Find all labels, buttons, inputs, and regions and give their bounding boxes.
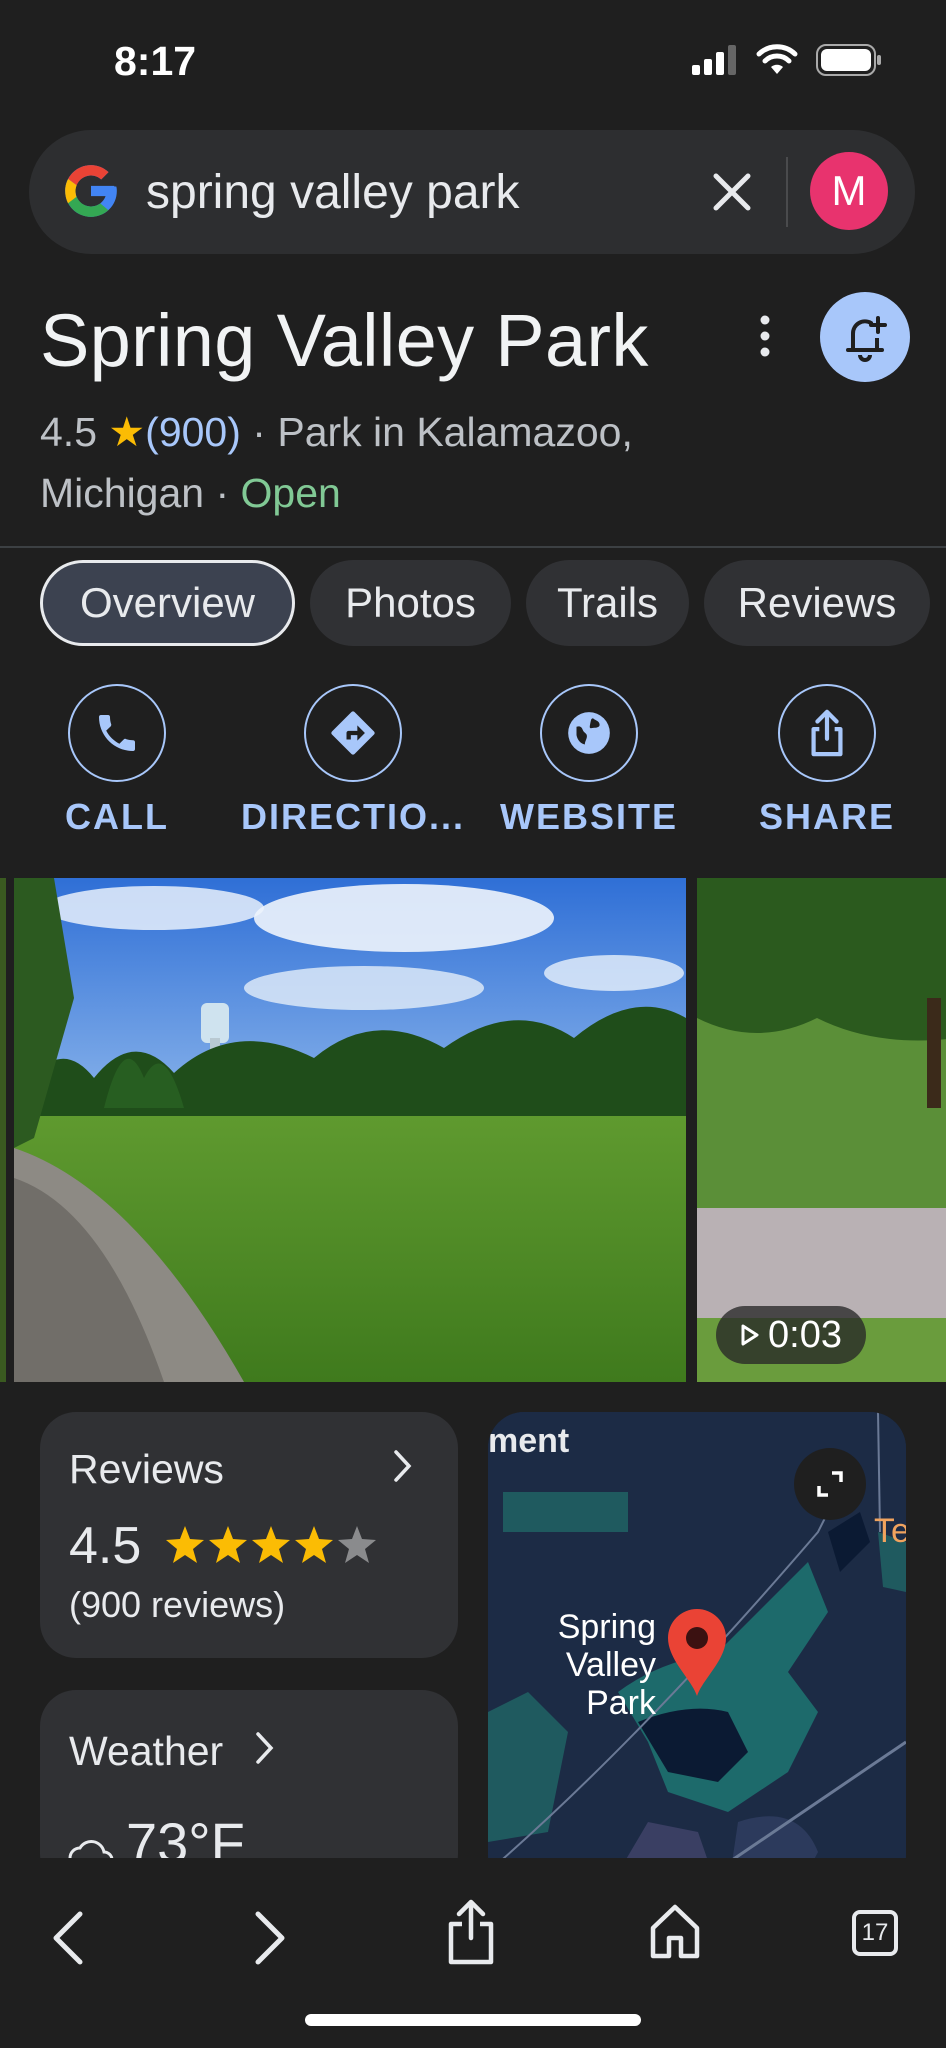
video-duration-badge: 0:03 [716,1306,866,1364]
tab-trails[interactable]: Trails [526,560,689,646]
photo-edge [0,878,6,1382]
category-line-1: · Park in Kalamazoo, [252,409,633,455]
reviews-card-rating: 4.5 [69,1517,142,1575]
share-label[interactable]: SHARE [752,796,902,838]
map-pin-label: Spring Valley Park [488,1608,656,1722]
tab-reviews[interactable]: Reviews [704,560,930,646]
video-duration: 0:03 [768,1313,842,1356]
avatar[interactable]: M [810,152,888,230]
share-icon [811,709,843,757]
category-line: Michigan · Open [40,470,341,517]
directions-button[interactable] [304,684,402,782]
park-photo[interactable] [14,878,686,1382]
rating-line: 4.5 ★(900) · Park in Kalamazoo, [40,408,633,456]
play-icon [741,1324,759,1346]
reviews-card-title: Reviews [69,1446,224,1492]
rating-count-link[interactable]: (900) [145,409,241,455]
section-divider [0,546,946,548]
chevron-right-icon [394,1450,412,1482]
phone-icon [99,715,135,751]
directions-label[interactable]: DIRECTIO... [232,796,474,838]
status-time: 8:17 [114,38,197,84]
status-icons [692,44,882,76]
map-pin-label-line2: Valley Park [565,1646,656,1722]
google-logo-icon [65,165,117,217]
share-icon[interactable] [446,1896,496,1966]
directions-icon [331,711,375,755]
reviews-card[interactable]: Reviews 4.5 (900 reviews) [40,1412,458,1658]
reviews-card-count: (900 reviews) [69,1584,286,1625]
search-input[interactable]: spring valley park [146,165,520,220]
expand-icon [817,1471,843,1497]
map-label-partial-right: Te [874,1512,906,1550]
share-button[interactable] [778,684,876,782]
map-pin-label-line1: Spring [557,1608,656,1646]
home-icon[interactable] [648,1902,702,1962]
back-icon[interactable] [48,1908,88,1968]
search-divider [786,157,788,227]
map-preview[interactable]: ment Te Spring Valley Park [488,1412,906,1890]
category-line-2: Michigan · [40,470,230,516]
place-title: Spring Valley Park [40,299,649,382]
rating-value: 4.5 [40,409,97,455]
star-icon: ★ [108,409,146,455]
tab-overview[interactable]: Overview [40,560,295,646]
chevron-right-icon [256,1732,274,1764]
more-vert-icon[interactable] [748,310,782,362]
home-indicator [305,2014,641,2026]
globe-icon [568,712,610,754]
close-icon[interactable] [706,166,758,218]
expand-map-button[interactable] [794,1448,866,1520]
call-label[interactable]: CALL [40,796,194,838]
star-rating [166,1526,376,1563]
battery-icon [816,44,881,76]
website-button[interactable] [540,684,638,782]
signal-icon [692,45,736,75]
website-label[interactable]: WEBSITE [496,796,682,838]
call-button[interactable] [68,684,166,782]
tab-photos[interactable]: Photos [310,560,511,646]
weather-card-title: Weather [69,1728,224,1774]
map-pin-icon[interactable] [662,1602,732,1698]
bell-plus-icon [846,316,887,362]
follow-button[interactable] [820,292,910,382]
wifi-icon [756,44,798,74]
park-photo-image [14,878,686,1382]
map-label-partial-left: ment [488,1422,570,1460]
forward-icon[interactable] [250,1908,290,1968]
tabs-button[interactable]: 17 [852,1910,898,1956]
open-status: Open [240,470,341,516]
